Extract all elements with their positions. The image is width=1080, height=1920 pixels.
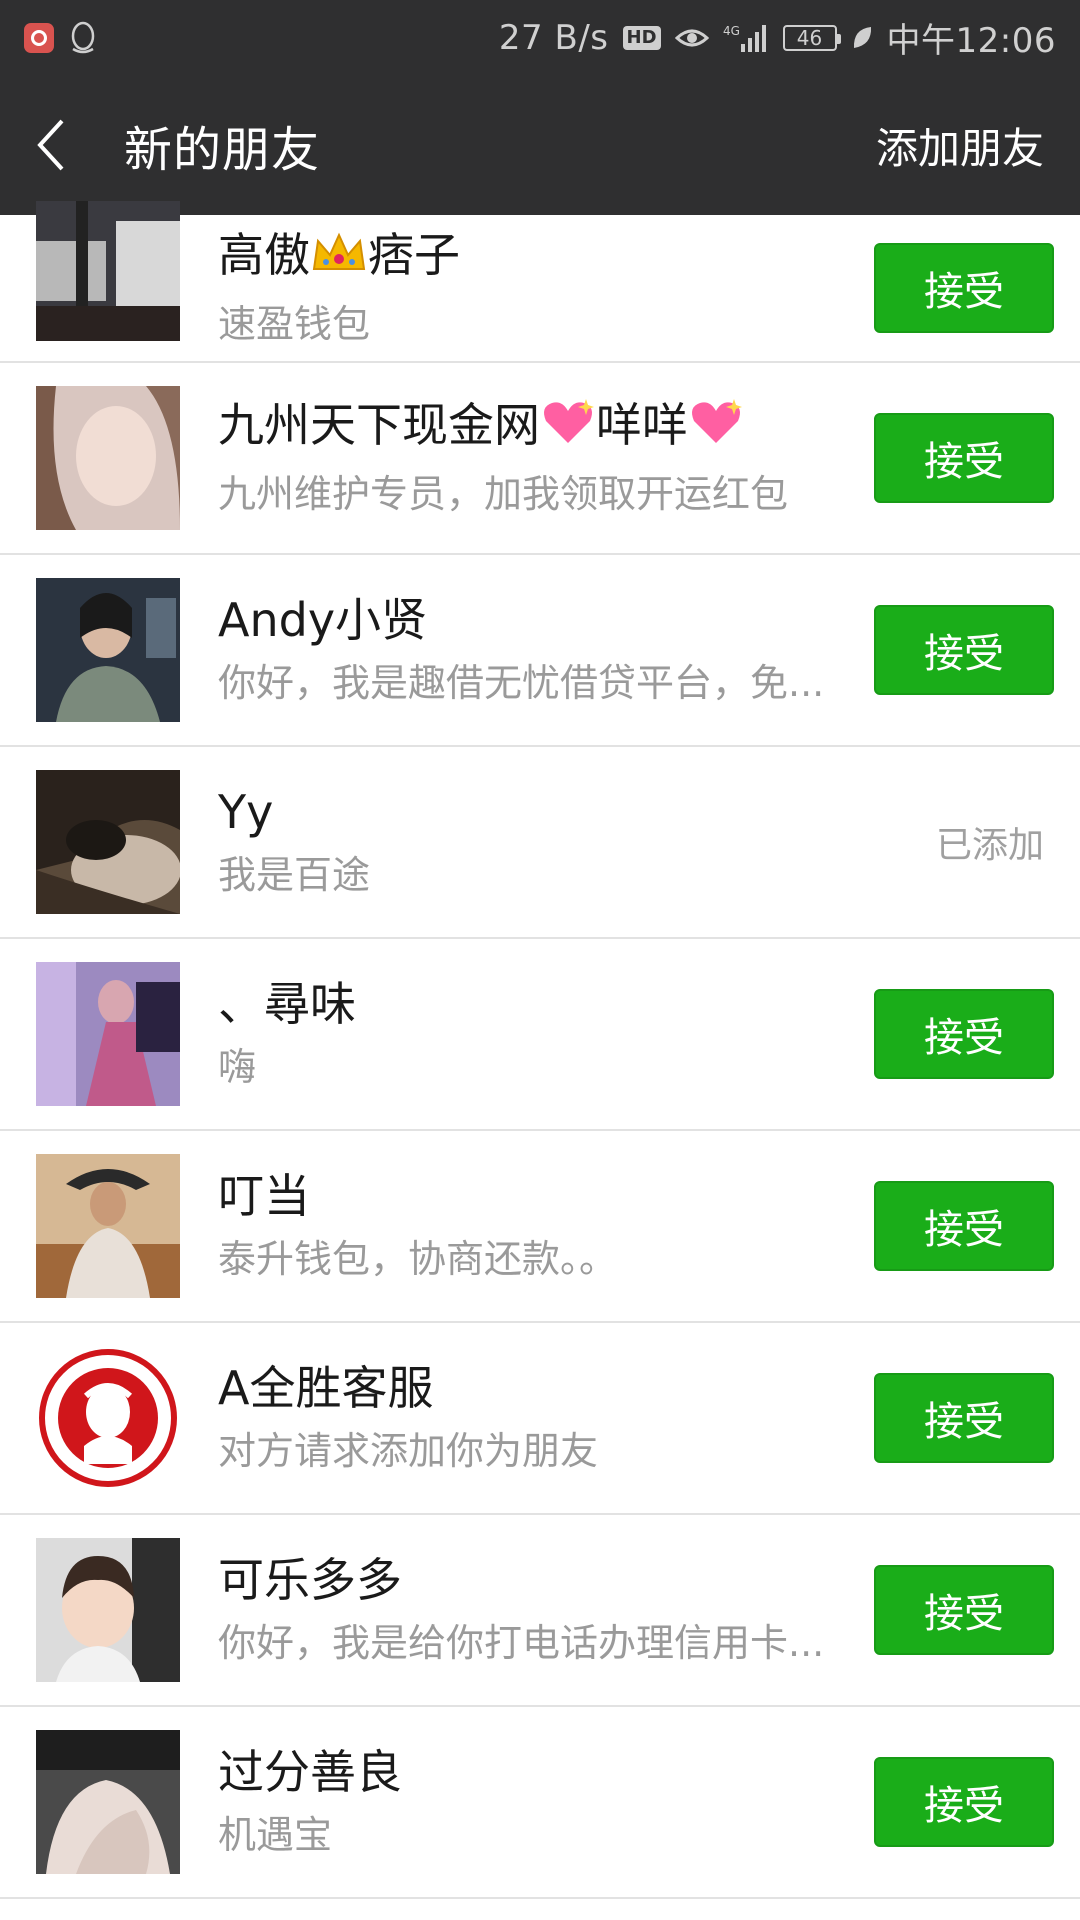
network-speed: 27 B/s [498, 17, 609, 58]
contact-name: 叮当 [218, 1169, 310, 1223]
contact-name: 可乐多多 [218, 1553, 402, 1607]
accept-button[interactable]: 接受 [874, 605, 1054, 695]
avatar [36, 1346, 180, 1490]
friend-request-list: 高傲 痞子 速盈钱包 接受 九州天下现金网 咩咩 九州维护专员，加我领取开运红包 接… [0, 201, 1080, 1899]
avatar [36, 1730, 180, 1874]
avatar [36, 1538, 180, 1682]
contact-name: Yy [218, 785, 274, 839]
add-friend-button[interactable]: 添加朋友 [876, 115, 1044, 176]
request-text: Andy小贤 你好，我是趣借无忧借贷平台，免... [218, 591, 880, 709]
list-item[interactable]: 高傲 痞子 速盈钱包 接受 [0, 201, 1080, 363]
sparkling-heart-icon [540, 397, 596, 460]
back-button[interactable] [36, 110, 86, 180]
list-item[interactable]: 过分善良 机遇宝 接受 [0, 1707, 1080, 1899]
accept-button[interactable]: 接受 [874, 1181, 1054, 1271]
accept-button[interactable]: 接受 [874, 413, 1054, 503]
request-text: 九州天下现金网 咩咩 九州维护专员，加我领取开运红包 [218, 396, 880, 520]
qq-penguin-icon [68, 21, 98, 55]
contact-name: 九州天下现金网 咩咩 [218, 396, 880, 460]
request-text: 叮当 泰升钱包，协商还款。。 [218, 1167, 880, 1285]
signal-4g-icon: 4G [723, 22, 769, 54]
request-message: 机遇宝 [218, 1813, 333, 1857]
list-item[interactable]: 可乐多多 你好，我是给你打电话办理信用卡... 接受 [0, 1515, 1080, 1707]
status-bar-left [24, 21, 98, 55]
contact-name: 高傲 痞子 [218, 226, 880, 290]
clock: 中午12:06 [886, 21, 1056, 61]
list-item[interactable]: Andy小贤 你好，我是趣借无忧借贷平台，免... 接受 [0, 555, 1080, 747]
avatar [36, 770, 180, 914]
contact-name: 、尋味 [218, 977, 356, 1031]
svg-text:4G: 4G [723, 24, 740, 38]
page-title: 新的朋友 [124, 122, 321, 178]
accept-button[interactable]: 接受 [874, 1565, 1054, 1655]
request-text: 高傲 痞子 速盈钱包 [218, 226, 880, 350]
list-item[interactable]: A全胜客服 对方请求添加你为朋友 接受 [0, 1323, 1080, 1515]
avatar [36, 201, 180, 341]
top-navigation-bar: 新的朋友 添加朋友 [0, 75, 1080, 215]
avatar [36, 1154, 180, 1298]
accept-button[interactable]: 接受 [874, 1373, 1054, 1463]
request-text: A全胜客服 对方请求添加你为朋友 [218, 1359, 880, 1477]
accept-button[interactable]: 接受 [874, 243, 1054, 333]
avatar [36, 578, 180, 722]
request-message: 嗨 [218, 1045, 257, 1089]
leaf-icon [851, 25, 873, 51]
list-item[interactable]: 九州天下现金网 咩咩 九州维护专员，加我领取开运红包 接受 [0, 363, 1080, 555]
request-message: 我是百途 [218, 853, 371, 897]
battery-indicator: 46 [782, 24, 841, 51]
accept-button[interactable]: 接受 [874, 989, 1054, 1079]
request-message: 你好，我是给你打电话办理信用卡... [218, 1621, 825, 1665]
hd-badge: HD [622, 25, 661, 50]
contact-name: A全胜客服 [218, 1361, 434, 1415]
request-message: 速盈钱包 [218, 302, 371, 346]
crown-icon [310, 227, 368, 290]
request-text: 过分善良 机遇宝 [218, 1743, 880, 1861]
chevron-left-icon [37, 119, 64, 171]
request-text: 可乐多多 你好，我是给你打电话办理信用卡... [218, 1551, 880, 1669]
status-bar: 27 B/s HD 4G 46 中午12:06 [0, 0, 1080, 75]
list-item[interactable]: Yy 我是百途 已添加 [0, 747, 1080, 939]
request-message: 你好，我是趣借无忧借贷平台，免... [218, 661, 825, 705]
status-bar-right: 27 B/s HD 4G 46 中午12:06 [499, 13, 1056, 62]
avatar [36, 962, 180, 1106]
notification-app-icon [24, 22, 54, 53]
accept-button[interactable]: 接受 [874, 1757, 1054, 1847]
request-message: 九州维护专员，加我领取开运红包 [218, 472, 789, 516]
contact-name: Andy小贤 [218, 593, 428, 647]
sparkling-heart-icon [688, 397, 744, 460]
request-message: 对方请求添加你为朋友 [218, 1429, 599, 1473]
eye-icon [674, 26, 709, 50]
request-text: 、尋味 嗨 [218, 975, 880, 1093]
avatar [36, 386, 180, 530]
contact-name: 过分善良 [218, 1745, 402, 1799]
list-item[interactable]: 、尋味 嗨 接受 [0, 939, 1080, 1131]
added-status-label: 已添加 [935, 825, 1044, 866]
request-message: 泰升钱包，协商还款。。 [218, 1237, 618, 1281]
list-item[interactable]: 叮当 泰升钱包，协商还款。。 接受 [0, 1131, 1080, 1323]
request-text: Yy 我是百途 [218, 783, 880, 901]
